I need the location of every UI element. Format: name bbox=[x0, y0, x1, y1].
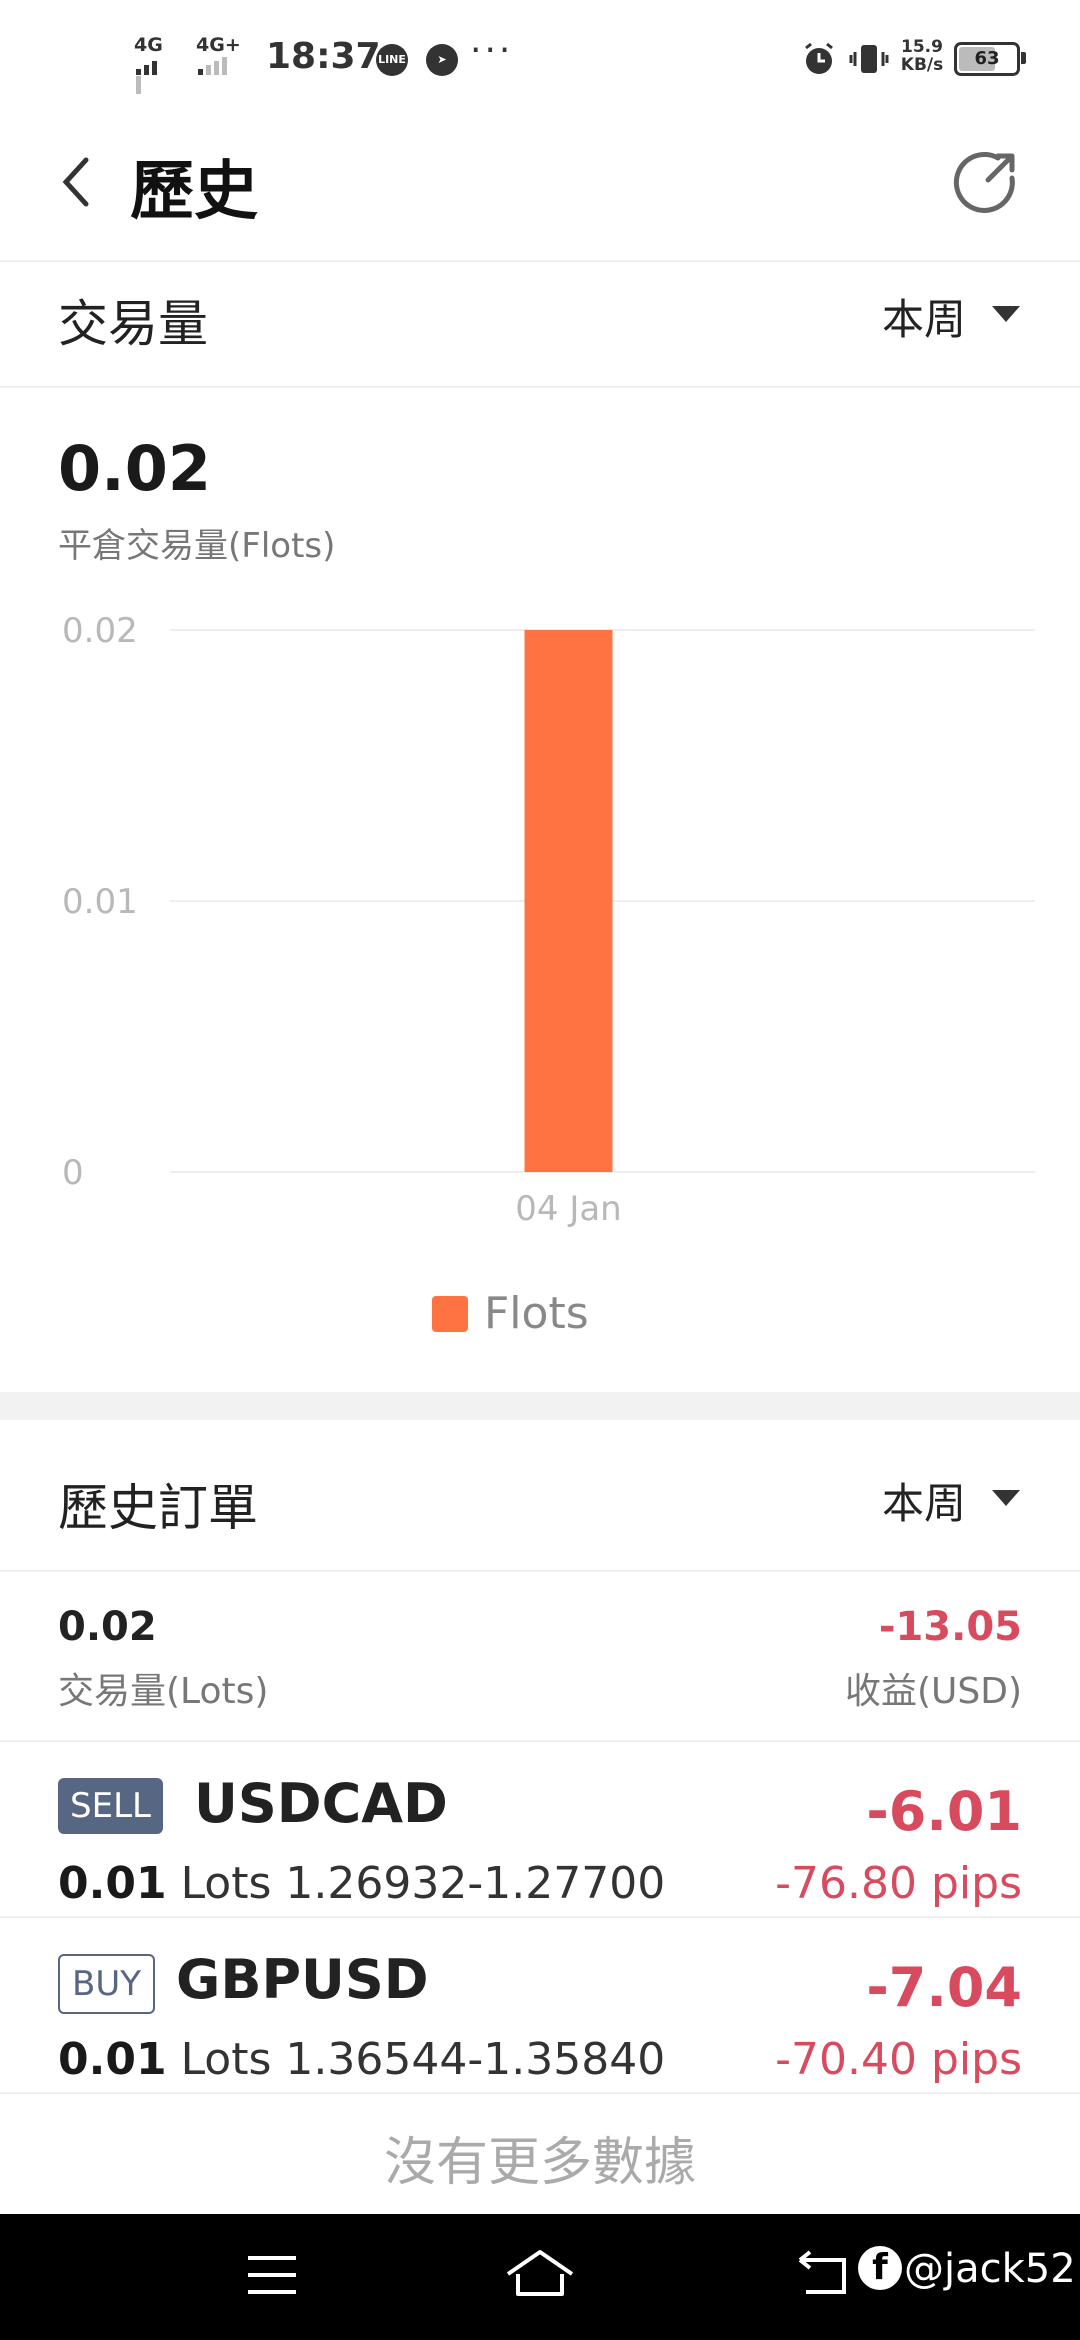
home-icon bbox=[506, 2250, 574, 2296]
summary-volume: 0.02 bbox=[58, 1604, 157, 1650]
vibrate-icon bbox=[848, 40, 890, 82]
order-detail: 0.01 Lots 1.36544-1.35840 bbox=[58, 2034, 666, 2085]
more-notifications-icon: ··· bbox=[470, 30, 514, 71]
menu-icon bbox=[248, 2256, 296, 2294]
y-tick-label: 0.01 bbox=[62, 882, 138, 922]
caret-down-icon bbox=[992, 306, 1020, 322]
summary-profit: -13.05 bbox=[878, 1604, 1022, 1650]
order-symbol: GBPUSD bbox=[176, 1948, 429, 2011]
signal-1: 4G bbox=[134, 34, 163, 94]
y-tick-label: 0.02 bbox=[62, 611, 138, 651]
back-nav-icon bbox=[798, 2250, 846, 2294]
back-button[interactable] bbox=[48, 146, 108, 216]
order-detail: 0.01 Lots 1.26932-1.27700 bbox=[58, 1858, 666, 1909]
summary-profit-label: 收益(USD) bbox=[844, 1671, 1022, 1712]
order-row[interactable]: SELL USDCAD -6.01 0.01 Lots 1.26932-1.27… bbox=[0, 1742, 1080, 1916]
legend-label: Flots bbox=[484, 1288, 589, 1339]
section-divider bbox=[0, 386, 1080, 388]
status-bar: 4G 4G+ 18:37 LINE ➤ ··· 15.9 KB/s 63 bbox=[0, 0, 1080, 110]
header-divider bbox=[0, 260, 1080, 262]
order-symbol: USDCAD bbox=[194, 1772, 448, 1835]
clock: 18:37 bbox=[266, 36, 381, 77]
row-divider bbox=[0, 2092, 1080, 2094]
order-side-badge: BUY bbox=[58, 1954, 155, 2014]
network-type-1: 4G bbox=[134, 34, 163, 56]
total-volume-label: 平倉交易量(Flots) bbox=[58, 526, 336, 566]
signal-bars-icon bbox=[136, 56, 163, 94]
network-type-2: 4G+ bbox=[196, 34, 241, 56]
x-tick-label: 04 Jan bbox=[515, 1189, 621, 1229]
order-pnl: -7.04 bbox=[866, 1956, 1022, 2019]
caret-down-icon bbox=[992, 1490, 1020, 1506]
y-tick-label: 0 bbox=[62, 1153, 84, 1193]
summary-volume-label: 交易量(Lots) bbox=[58, 1671, 269, 1712]
section-divider bbox=[0, 1570, 1080, 1572]
signal-2: 4G+ bbox=[196, 34, 241, 75]
bar bbox=[524, 630, 613, 1172]
watermark: @jack521 bbox=[904, 2246, 1080, 2292]
share-icon bbox=[953, 151, 1015, 213]
chevron-left-icon bbox=[62, 157, 89, 207]
orders-section-title: 歷史訂單 bbox=[58, 1479, 258, 1537]
no-more-data-label: 沒有更多數據 bbox=[383, 2133, 696, 2193]
facebook-icon: f bbox=[858, 2246, 902, 2290]
battery-tip bbox=[1021, 52, 1026, 64]
order-side-badge: SELL bbox=[58, 1778, 163, 1834]
share-button[interactable] bbox=[950, 146, 1022, 218]
alarm-icon bbox=[800, 40, 838, 82]
signal-bars-icon bbox=[198, 56, 230, 75]
line-icon: LINE bbox=[376, 44, 408, 76]
period-label: 本周 bbox=[882, 1479, 967, 1528]
period-label: 本周 bbox=[882, 295, 967, 344]
network-speed: 15.9 KB/s bbox=[900, 37, 944, 75]
page-title: 歷史 bbox=[130, 155, 258, 229]
volume-bar-chart: 0.02 0.01 0 04 Jan Flots bbox=[62, 611, 1035, 1339]
orders-period-dropdown[interactable]: 本周 bbox=[882, 1470, 1032, 1530]
order-pnl: -6.01 bbox=[866, 1780, 1022, 1843]
system-nav-bar: f @jack521 bbox=[0, 2214, 1080, 2340]
volume-section-title: 交易量 bbox=[58, 295, 208, 353]
telegram-icon: ➤ bbox=[426, 44, 458, 76]
order-row[interactable]: BUY GBPUSD -7.04 0.01 Lots 1.36544-1.358… bbox=[0, 1918, 1080, 2092]
order-pips: -76.80 pips bbox=[775, 1858, 1022, 1909]
volume-period-dropdown[interactable]: 本周 bbox=[882, 286, 1032, 346]
battery-icon: 63 bbox=[954, 42, 1020, 76]
section-separator bbox=[0, 1392, 1080, 1420]
home-button[interactable] bbox=[504, 2244, 576, 2304]
order-pips: -70.40 pips bbox=[775, 2034, 1022, 2085]
legend-swatch bbox=[432, 1296, 468, 1332]
menu-button[interactable] bbox=[244, 2250, 300, 2300]
back-nav-button[interactable] bbox=[796, 2250, 852, 2300]
total-volume: 0.02 bbox=[58, 432, 211, 505]
